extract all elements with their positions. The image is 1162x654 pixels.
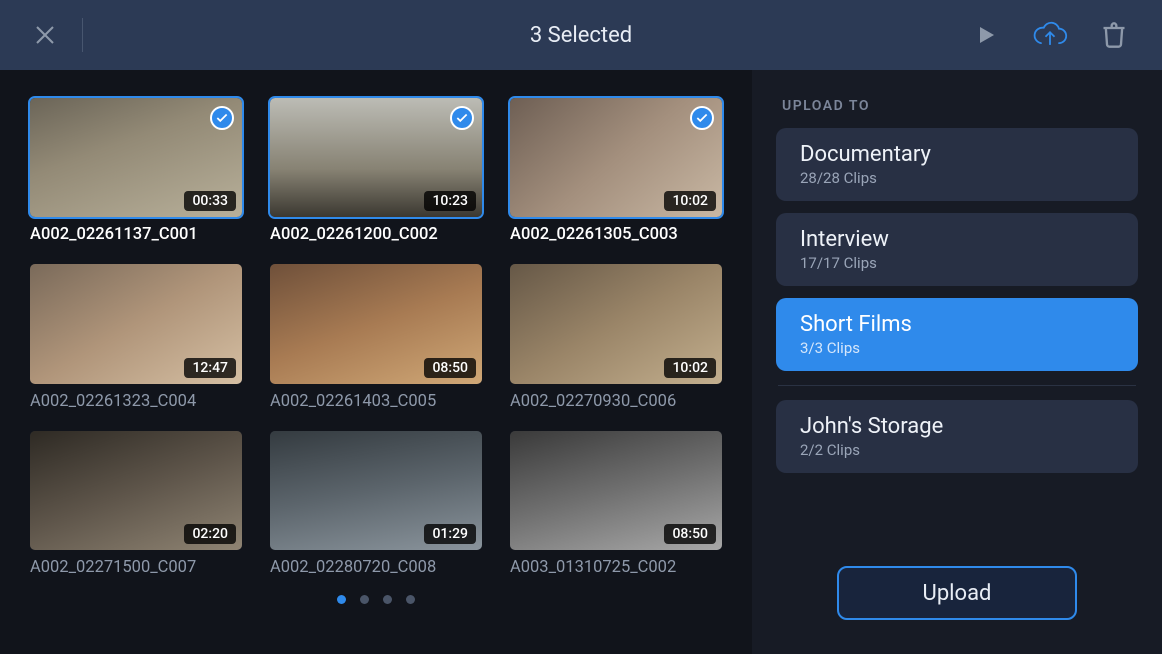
clip-thumbnail: 00:33 [30,98,242,217]
destination-item[interactable]: John's Storage 2/2 Clips [776,400,1138,473]
clip-thumbnail: 10:02 [510,98,722,217]
header-actions [968,17,1132,53]
clip-item[interactable]: 00:33 A002_02261137_C001 [30,98,242,244]
clip-name: A003_01310725_C002 [510,558,722,577]
upload-panel: UPLOAD TO Documentary 28/28 Clips Intervie… [752,70,1162,654]
page-indicator [30,595,722,604]
clip-item[interactable]: 02:20 A002_02271500_C007 [30,431,242,577]
clip-thumbnail: 10:02 [510,264,722,383]
clip-item[interactable]: 12:47 A002_02261323_C004 [30,264,242,410]
clip-item[interactable]: 08:50 A003_01310725_C002 [510,431,722,577]
destination-title: Documentary [800,142,1118,167]
clip-duration: 10:23 [424,191,476,211]
clip-name: A002_02270930_C006 [510,392,722,411]
destination-subtitle: 2/2 Clips [800,441,1118,459]
clip-duration: 08:50 [424,358,476,378]
clip-name: A002_02280720_C008 [270,558,482,577]
page-dot[interactable] [337,595,346,604]
destination-item[interactable]: Interview 17/17 Clips [776,213,1138,286]
clip-item[interactable]: 10:02 A002_02261305_C003 [510,98,722,244]
clip-name: A002_02271500_C007 [30,558,242,577]
destination-subtitle: 28/28 Clips [800,169,1118,187]
clip-thumbnail: 12:47 [30,264,242,383]
clip-item[interactable]: 10:23 A002_02261200_C002 [270,98,482,244]
destination-subtitle: 17/17 Clips [800,254,1118,272]
upload-section-label: UPLOAD TO [782,98,1138,114]
destination-list-primary: Documentary 28/28 Clips Interview 17/17 Cli… [776,128,1138,371]
clip-thumbnail: 01:29 [270,431,482,550]
destination-title: John's Storage [800,414,1118,439]
destination-item[interactable]: Documentary 28/28 Clips [776,128,1138,201]
divider [82,18,83,52]
clip-duration: 00:33 [184,191,236,211]
clip-name: A002_02261305_C003 [510,225,722,244]
close-icon [33,23,57,47]
clip-name: A002_02261137_C001 [30,225,242,244]
clip-grid: 00:33 A002_02261137_C001 10:23 A002_0226120… [30,98,722,577]
clip-thumbnail: 10:23 [270,98,482,217]
upload-button[interactable]: Upload [837,566,1077,620]
clip-thumbnail: 02:20 [30,431,242,550]
destination-item[interactable]: Short Films 3/3 Clips [776,298,1138,371]
clip-grid-panel: 00:33 A002_02261137_C001 10:23 A002_0226120… [0,70,752,654]
cloud-upload-icon [1032,20,1068,50]
selected-check-icon [450,106,474,130]
clip-duration: 01:29 [424,524,476,544]
clip-name: A002_02261200_C002 [270,225,482,244]
selected-check-icon [210,106,234,130]
destination-subtitle: 3/3 Clips [800,339,1118,357]
delete-button[interactable] [1096,17,1132,53]
page-dot[interactable] [360,595,369,604]
clip-duration: 12:47 [184,358,236,378]
clip-duration: 02:20 [184,524,236,544]
trash-icon [1100,21,1128,49]
close-button[interactable] [30,20,60,50]
top-bar: 3 Selected [0,0,1162,70]
cloud-upload-button[interactable] [1032,17,1068,53]
destination-list-secondary: John's Storage 2/2 Clips [776,400,1138,473]
clip-name: A002_02261403_C005 [270,392,482,411]
clip-duration: 10:02 [664,191,716,211]
play-button[interactable] [968,17,1004,53]
clip-duration: 10:02 [664,358,716,378]
divider [778,385,1136,386]
selected-check-icon [690,106,714,130]
page-dot[interactable] [383,595,392,604]
upload-button-label: Upload [923,581,992,606]
destination-title: Interview [800,227,1118,252]
clip-thumbnail: 08:50 [270,264,482,383]
clip-name: A002_02261323_C004 [30,392,242,411]
clip-duration: 08:50 [664,524,716,544]
play-icon [974,23,998,47]
clip-item[interactable]: 01:29 A002_02280720_C008 [270,431,482,577]
clip-item[interactable]: 10:02 A002_02270930_C006 [510,264,722,410]
clip-thumbnail: 08:50 [510,431,722,550]
clip-item[interactable]: 08:50 A002_02261403_C005 [270,264,482,410]
destination-title: Short Films [800,312,1118,337]
page-dot[interactable] [406,595,415,604]
